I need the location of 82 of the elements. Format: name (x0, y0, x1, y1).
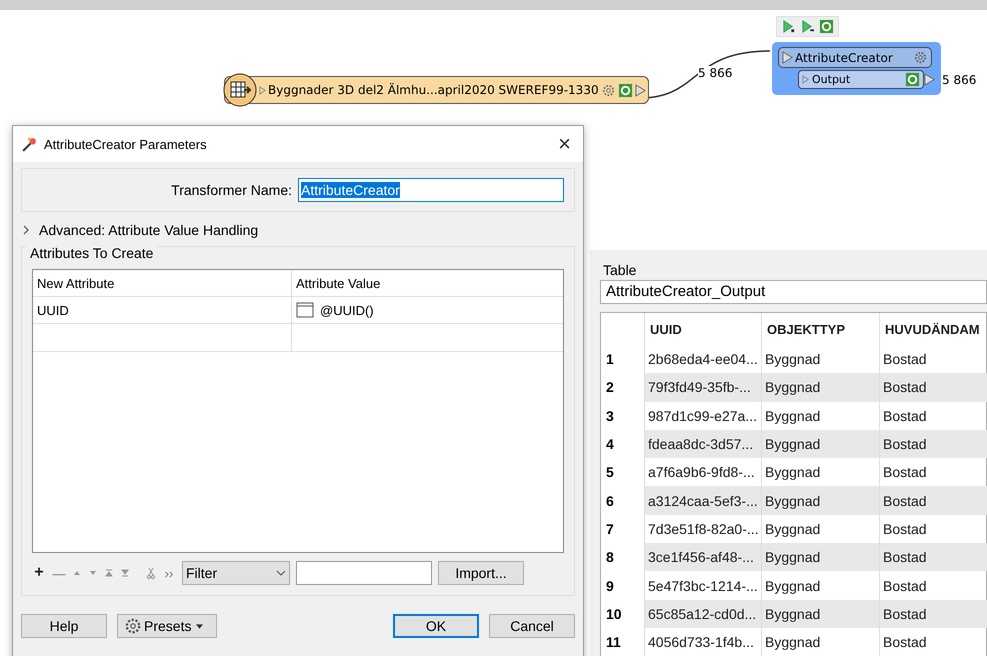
node-label: AttributeCreator (795, 50, 894, 64)
gear-icon (124, 617, 142, 635)
more-button[interactable]: ›› (162, 566, 176, 580)
row-number: 9 (605, 578, 615, 594)
input-port-icon[interactable] (782, 51, 793, 64)
row-number: 7 (605, 520, 615, 537)
table-cell: a3124caa-5ef3-... (644, 486, 761, 515)
transformer-node[interactable]: AttributeCreator Output (772, 42, 941, 95)
wizard-icon (21, 136, 38, 152)
row-number: 6 (605, 492, 615, 509)
scissors-icon[interactable] (146, 567, 156, 579)
field-label: Transformer Name: (171, 182, 292, 198)
text-editor-icon[interactable] (296, 302, 314, 318)
inspect-icon[interactable] (618, 82, 633, 98)
table-cell: Byggnad (761, 628, 879, 656)
ok-button[interactable]: OK (393, 614, 479, 638)
output-port[interactable]: Output (798, 70, 924, 89)
feature-count: 5 866 (698, 66, 732, 80)
move-top-icon[interactable] (104, 568, 114, 578)
remove-button[interactable]: — (52, 566, 66, 580)
run-icon[interactable] (800, 19, 815, 34)
move-bottom-icon[interactable] (120, 568, 130, 578)
table-icon (223, 73, 257, 107)
table-cell: Bostad (879, 628, 987, 656)
section-toggle[interactable]: Advanced: Attribute Value Handling (21, 220, 575, 240)
table-cell: Bostad (879, 600, 987, 628)
table-cell: 4056d733-1f4b... (644, 628, 761, 656)
table-cell: Byggnad (761, 543, 879, 572)
row-number: 3 (605, 408, 615, 424)
chevron-icon (21, 225, 31, 235)
output-port-icon[interactable] (634, 84, 646, 96)
table-cell: Bostad (879, 430, 987, 458)
dropdown-caret-icon (276, 570, 286, 576)
column-header[interactable]: OBJEKTTYP (761, 313, 879, 345)
panel-title: Table (602, 262, 638, 278)
presets-button[interactable]: Presets (117, 614, 217, 638)
node-label: Byggnader 3D del2 Älmhu...april2020 SWEREF99-1330 (268, 83, 599, 97)
table-cell: 3ce1f456-af48-... (644, 543, 761, 572)
table-cell: 79f3fd49-35fb-... (644, 373, 761, 402)
close-button[interactable]: × (554, 131, 575, 157)
row-number: 5 (605, 464, 615, 480)
table-cell[interactable]: @UUID() (291, 297, 563, 323)
feature-count: 5 866 (942, 73, 976, 87)
gear-icon[interactable] (913, 50, 928, 65)
cancel-button[interactable]: Cancel (489, 614, 575, 638)
run-icon[interactable] (781, 19, 796, 34)
column-header[interactable]: UUID (644, 313, 761, 345)
reader-node[interactable]: Byggnader 3D del2 Älmhu...april2020 SWEREF99-1330 (224, 76, 649, 104)
table-cell: Byggnad (761, 373, 879, 402)
gear-icon[interactable] (600, 82, 616, 98)
help-button[interactable]: Help (21, 614, 107, 638)
inspect-icon[interactable] (905, 72, 920, 87)
table-cell: Byggnad (761, 600, 879, 628)
row-number: 10 (605, 606, 623, 622)
table-cell: Byggnad (761, 486, 879, 515)
table-cell: fdeaa8dc-3d57... (644, 430, 761, 458)
table-name-field[interactable]: AttributeCreator_Output (600, 280, 987, 304)
expand-arrow-icon[interactable] (802, 75, 809, 84)
group-title: Attributes To Create (26, 245, 158, 261)
table-cell: Byggnad (761, 430, 879, 458)
row-number: 8 (605, 549, 615, 566)
row-number: 11 (605, 634, 622, 650)
table-cell: 65c85a12-cd0d... (644, 600, 761, 628)
expand-arrow-icon[interactable] (259, 86, 266, 94)
column-header[interactable]: HUVUDÄNDAM (879, 313, 987, 345)
column-header: New Attribute (36, 274, 116, 292)
caret-icon (196, 624, 204, 628)
row-number: 2 (605, 379, 615, 396)
table-cell: Bostad (879, 543, 987, 572)
inspect-icon[interactable] (819, 19, 834, 34)
table-cell[interactable]: UUID (33, 297, 291, 323)
row-number: 4 (605, 436, 615, 452)
import-button[interactable]: Import... (438, 561, 524, 585)
table-cell: Bostad (879, 486, 987, 515)
table-cell: Bostad (879, 373, 987, 402)
column-header: Attribute Value (291, 270, 563, 296)
name-field[interactable]: AttributeCreator (298, 178, 564, 202)
add-button[interactable]: + (32, 564, 46, 582)
filter-field[interactable] (296, 561, 432, 585)
filter-dropdown[interactable]: Filter (182, 561, 290, 585)
row-number: 1 (605, 351, 615, 368)
window-title: AttributeCreator Parameters (44, 136, 208, 152)
